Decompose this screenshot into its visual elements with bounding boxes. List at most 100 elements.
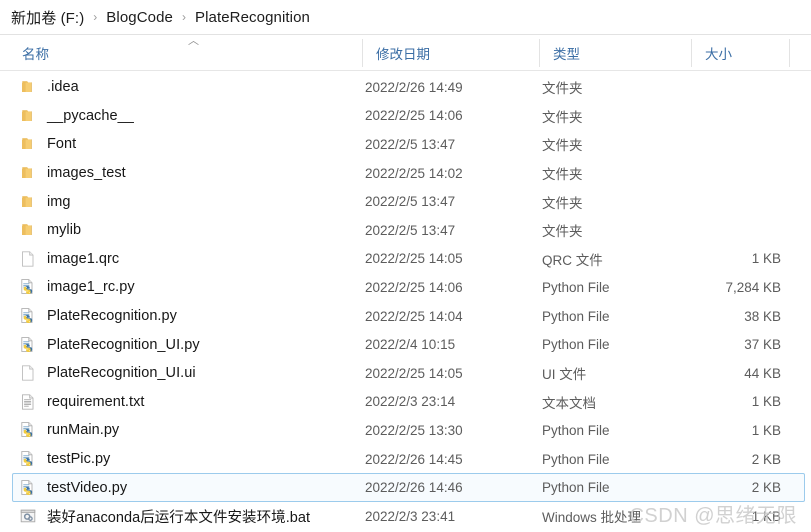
file-name-label: PlateRecognition.py [47,308,177,325]
file-name-label: image1_rc.py [47,279,135,296]
file-name-cell: __pycache__ [19,107,364,125]
file-name-cell: images_test [19,164,364,182]
file-type-cell: Python File [542,279,610,295]
file-date-cell: 2022/2/3 23:41 [365,508,456,524]
file-name-label: images_test [47,165,126,182]
file-row[interactable]: image1_rc.py 2022/2/25 14:06 Python File 7,… [12,273,805,302]
file-row[interactable]: testPic.py 2022/2/26 14:45 Python File 2 KB [12,445,805,474]
file-row[interactable]: mylib 2022/2/5 13:47 文件夹 [12,216,805,245]
file-name-cell: testPic.py [19,450,364,468]
breadcrumb-separator-icon: › [93,10,98,24]
file-size-cell: 2 KB [751,451,781,467]
python-file-icon [19,450,37,468]
file-date-cell: 2022/2/25 13:30 [365,422,463,438]
file-type-cell: Windows 批处理 [542,510,642,526]
folder-icon [19,135,37,153]
file-name-cell: runMain.py [19,421,364,439]
file-row[interactable]: 装好anaconda后运行本文件安装环境.bat 2022/2/3 23:41 Wi… [12,502,805,531]
column-header-date[interactable]: 修改日期 [363,35,540,71]
file-name-label: .idea [47,79,79,96]
file-name-label: 装好anaconda后运行本文件安装环境.bat [47,509,311,526]
file-row[interactable]: requirement.txt 2022/2/3 23:14 文本文档 1 KB [12,388,805,417]
file-size-cell: 38 KB [744,308,781,324]
file-name-cell: image1.qrc [19,250,364,268]
file-date-cell: 2022/2/5 13:47 [365,194,456,210]
blank-page-icon [19,250,37,268]
file-name-cell: Font [19,135,364,153]
file-name-label: mylib [47,222,82,239]
column-header-name[interactable]: 名称 [0,35,363,71]
file-row[interactable]: PlateRecognition_UI.py 2022/2/4 10:15 Pyth… [12,330,805,359]
file-date-cell: 2022/2/26 14:46 [365,480,463,496]
file-type-cell: Python File [542,422,610,438]
file-row[interactable]: img 2022/2/5 13:47 文件夹 [12,187,805,216]
file-row[interactable]: images_test 2022/2/25 14:02 文件夹 [12,159,805,188]
column-header-type[interactable]: 类型 [540,35,692,71]
file-row[interactable]: __pycache__ 2022/2/25 14:06 文件夹 [12,102,805,131]
folder-icon [19,221,37,239]
file-name-cell: PlateRecognition.py [19,307,364,325]
file-date-cell: 2022/2/3 23:14 [365,394,456,410]
file-name-label: requirement.txt [47,393,145,410]
python-file-icon [19,307,37,325]
file-row[interactable]: PlateRecognition.py 2022/2/25 14:04 Python… [12,302,805,331]
breadcrumb-item-2[interactable]: BlogCode [106,9,173,26]
column-header-size[interactable]: 大小 [692,35,790,71]
column-header-row: 名称 修改日期 类型 大小 ︿ [0,35,811,71]
column-header-date-label: 修改日期 [376,46,430,62]
file-type-cell: 文件夹 [542,167,583,183]
file-type-cell: 文件夹 [542,195,583,211]
file-name-label: Font [47,136,77,153]
breadcrumb-separator-icon: › [181,10,186,24]
file-name-label: __pycache__ [47,107,134,124]
file-size-cell: 2 KB [751,480,781,496]
file-date-cell: 2022/2/25 14:04 [365,308,463,324]
file-row[interactable]: image1.qrc 2022/2/25 14:05 QRC 文件 1 KB [12,245,805,274]
file-date-cell: 2022/2/4 10:15 [365,337,456,353]
blank-page-icon [19,364,37,382]
python-file-icon [19,421,37,439]
file-row[interactable]: PlateRecognition_UI.ui 2022/2/25 14:05 UI … [12,359,805,388]
breadcrumb-item-3[interactable]: PlateRecognition [195,9,310,26]
file-name-cell: image1_rc.py [19,278,364,296]
file-name-label: testVideo.py [47,479,128,496]
file-name-cell: requirement.txt [19,393,364,411]
file-size-cell: 44 KB [744,365,781,381]
file-list[interactable]: .idea 2022/2/26 14:49 文件夹 __pycache__ 2022/2… [0,71,811,531]
column-header-size-label: 大小 [705,46,732,62]
file-name-cell: PlateRecognition_UI.py [19,336,364,354]
column-divider-size[interactable] [789,38,790,67]
file-date-cell: 2022/2/25 14:06 [365,279,463,295]
file-name-label: img [47,193,71,210]
column-header-type-label: 类型 [553,46,580,62]
file-date-cell: 2022/2/5 13:47 [365,136,456,152]
file-name-cell: img [19,193,364,211]
file-type-cell: 文件夹 [542,138,583,154]
file-type-cell: Python File [542,480,610,496]
file-name-cell: testVideo.py [19,479,364,497]
file-size-cell: 1 KB [751,251,781,267]
file-row[interactable]: .idea 2022/2/26 14:49 文件夹 [12,73,805,102]
file-row[interactable]: Font 2022/2/5 13:47 文件夹 [12,130,805,159]
folder-icon [19,193,37,211]
file-date-cell: 2022/2/25 14:06 [365,108,463,124]
breadcrumb[interactable]: 新加卷 (F:) › BlogCode › PlateRecognition [0,0,811,35]
file-type-cell: Python File [542,451,610,467]
file-type-cell: 文件夹 [542,224,583,240]
file-name-label: runMain.py [47,422,120,439]
column-header-name-label: 名称 [22,46,49,62]
breadcrumb-item-1[interactable]: 新加卷 (F:) [11,7,84,28]
sort-ascending-caret-icon: ︿ [188,35,199,47]
file-name-label: testPic.py [47,451,111,468]
file-date-cell: 2022/2/5 13:47 [365,222,456,238]
text-file-icon [19,393,37,411]
file-type-cell: 文本文档 [542,395,596,411]
file-date-cell: 2022/2/25 14:02 [365,165,463,181]
file-name-cell: 装好anaconda后运行本文件安装环境.bat [19,506,364,527]
file-size-cell: 1 KB [751,394,781,410]
python-file-icon [19,336,37,354]
file-name-label: PlateRecognition_UI.ui [47,365,196,382]
file-name-cell: .idea [19,78,364,96]
file-row[interactable]: runMain.py 2022/2/25 13:30 Python File 1 KB [12,416,805,445]
file-row-selected[interactable]: testVideo.py 2022/2/26 14:46 Python File 2 … [12,473,805,502]
